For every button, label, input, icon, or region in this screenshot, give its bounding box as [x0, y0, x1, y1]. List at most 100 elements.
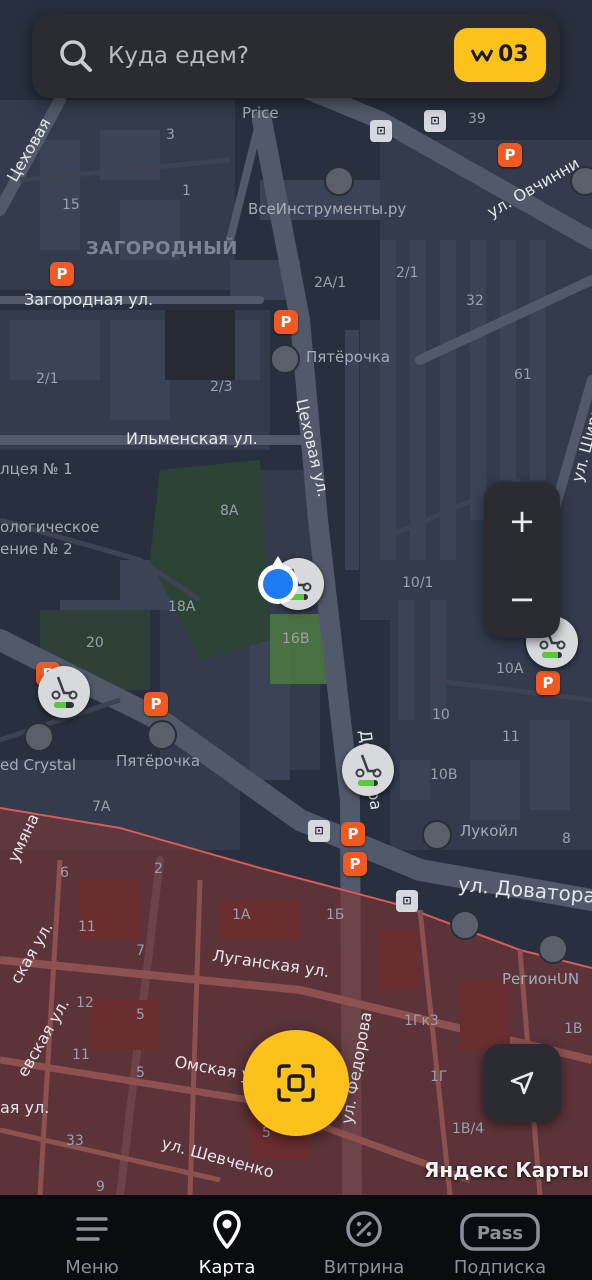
locate-me-button[interactable]: [483, 1044, 561, 1122]
poi-icon[interactable]: [570, 166, 592, 196]
nav-item-menu[interactable]: Меню: [18, 1195, 166, 1280]
nav-item-map[interactable]: Карта: [153, 1195, 301, 1280]
place-label: Price: [242, 104, 279, 122]
search-placeholder: Куда едем?: [108, 43, 250, 69]
street-label: Ильменская ул.: [126, 429, 258, 448]
shop-cart-icon[interactable]: [324, 166, 354, 196]
house-number: 32: [466, 293, 484, 309]
points-badge[interactable]: 03: [454, 28, 546, 82]
house-number: 11: [78, 919, 96, 935]
parking-marker[interactable]: P: [343, 852, 367, 876]
battery-indicator: [54, 702, 74, 708]
house-number: 2/1: [396, 265, 419, 281]
parking-marker[interactable]: P: [536, 671, 560, 695]
house-number: 10А: [496, 661, 524, 677]
nav-label: Карта: [198, 1257, 256, 1278]
place-label: ВсеИнструменты.ру: [248, 200, 407, 218]
house-number: 3: [166, 127, 175, 143]
parking-marker[interactable]: P: [50, 262, 74, 286]
parking-marker[interactable]: P: [341, 822, 365, 846]
place-label: Лукойл: [460, 822, 518, 840]
nav-item-subscription[interactable]: Pass Подписка: [426, 1195, 574, 1280]
fuel-station-icon[interactable]: [422, 820, 452, 850]
house-number: 8: [562, 831, 571, 847]
house-number: 5: [136, 1065, 145, 1081]
scooter-marker[interactable]: [342, 744, 394, 796]
map-pin-icon: [213, 1210, 241, 1249]
battery-indicator: [358, 780, 378, 786]
place-label: ed Crystal: [0, 756, 77, 774]
house-number: 1В/4: [452, 1121, 485, 1137]
parking-marker[interactable]: P: [144, 692, 168, 716]
menu-icon: [76, 1217, 108, 1241]
scan-qr-button[interactable]: [243, 1030, 349, 1136]
house-number: 1Б: [326, 907, 345, 923]
parking-marker[interactable]: P: [274, 310, 298, 334]
nav-item-showcase[interactable]: Витрина: [290, 1195, 438, 1280]
house-number: 7А: [92, 799, 111, 815]
points-value: 03: [498, 42, 529, 67]
pass-icon: Pass: [460, 1213, 540, 1251]
house-number: 2: [154, 861, 163, 877]
house-number: 12: [76, 995, 94, 1011]
nav-label: Витрина: [323, 1257, 405, 1278]
scooter-marker[interactable]: [38, 666, 90, 718]
house-number: 16В: [282, 631, 310, 647]
place-label: лцея № 1: [0, 460, 73, 478]
district-label: ЗАГОРОДНЫЙ: [86, 238, 238, 259]
grocery-basket-icon[interactable]: [147, 720, 177, 750]
nav-label: Меню: [65, 1257, 119, 1278]
wallet-points-icon: [470, 49, 494, 62]
fuel-station-icon[interactable]: [450, 910, 480, 940]
navigation-arrow-icon: [510, 1071, 534, 1095]
house-number: 15: [62, 197, 80, 213]
house-number: 18А: [168, 599, 196, 615]
zoom-out-button[interactable]: −: [484, 560, 560, 638]
battery-indicator: [542, 652, 562, 658]
house-number: 11: [502, 729, 520, 745]
house-number: 9: [96, 1179, 105, 1195]
house-number: 33: [66, 1133, 84, 1149]
house-number: 1А: [232, 907, 251, 923]
bottom-navigation: Меню Карта Витрина Pass Подписка: [0, 1195, 592, 1280]
place-label: РегионUN: [502, 970, 580, 988]
house-number: 2/1: [36, 371, 59, 387]
place-label: ологическое: [0, 518, 100, 536]
house-number: 2А/1: [314, 275, 347, 291]
zoom-controls: + −: [484, 482, 560, 638]
fuel-station-icon[interactable]: [538, 934, 568, 964]
house-number: 11: [72, 1047, 90, 1063]
hotel-icon[interactable]: [24, 722, 54, 752]
map-attribution: Яндекс Карты: [424, 1158, 590, 1182]
bus-stop-icon[interactable]: ⊡: [396, 890, 418, 912]
house-number: 1Гк3: [404, 1013, 439, 1029]
bus-stop-icon[interactable]: ⊡: [308, 820, 330, 842]
bus-stop-icon[interactable]: ⊡: [424, 110, 446, 132]
place-label: ение № 2: [0, 540, 73, 558]
house-number: 1Г: [430, 1069, 448, 1085]
search-bar[interactable]: Куда едем? 03: [32, 14, 560, 98]
grocery-basket-icon[interactable]: [270, 344, 300, 374]
scooter-icon: [355, 754, 382, 778]
house-number: 1В: [564, 1021, 583, 1037]
house-number: 2/3: [210, 379, 233, 395]
zoom-in-button[interactable]: +: [484, 482, 560, 560]
street-label: ая ул.: [0, 1098, 50, 1117]
house-number: 61: [514, 367, 532, 383]
nav-label: Подписка: [453, 1257, 547, 1278]
house-number: 5: [136, 1007, 145, 1023]
percent-icon: [346, 1211, 382, 1247]
scooter-icon: [51, 676, 78, 700]
place-label: Пятёрочка: [306, 348, 391, 366]
house-number: 8А: [220, 503, 239, 519]
house-number: 10/1: [402, 575, 434, 591]
bus-stop-icon[interactable]: ⊡: [370, 120, 392, 142]
street-label: Загородная ул.: [24, 290, 154, 309]
place-label: Пятёрочка: [116, 752, 201, 770]
house-number: 6: [60, 865, 69, 881]
parking-marker[interactable]: P: [498, 143, 522, 167]
scan-icon: [277, 1064, 315, 1102]
house-number: 10: [432, 707, 450, 723]
house-number: 10В: [430, 767, 458, 783]
svg-text:Pass: Pass: [477, 1223, 523, 1244]
